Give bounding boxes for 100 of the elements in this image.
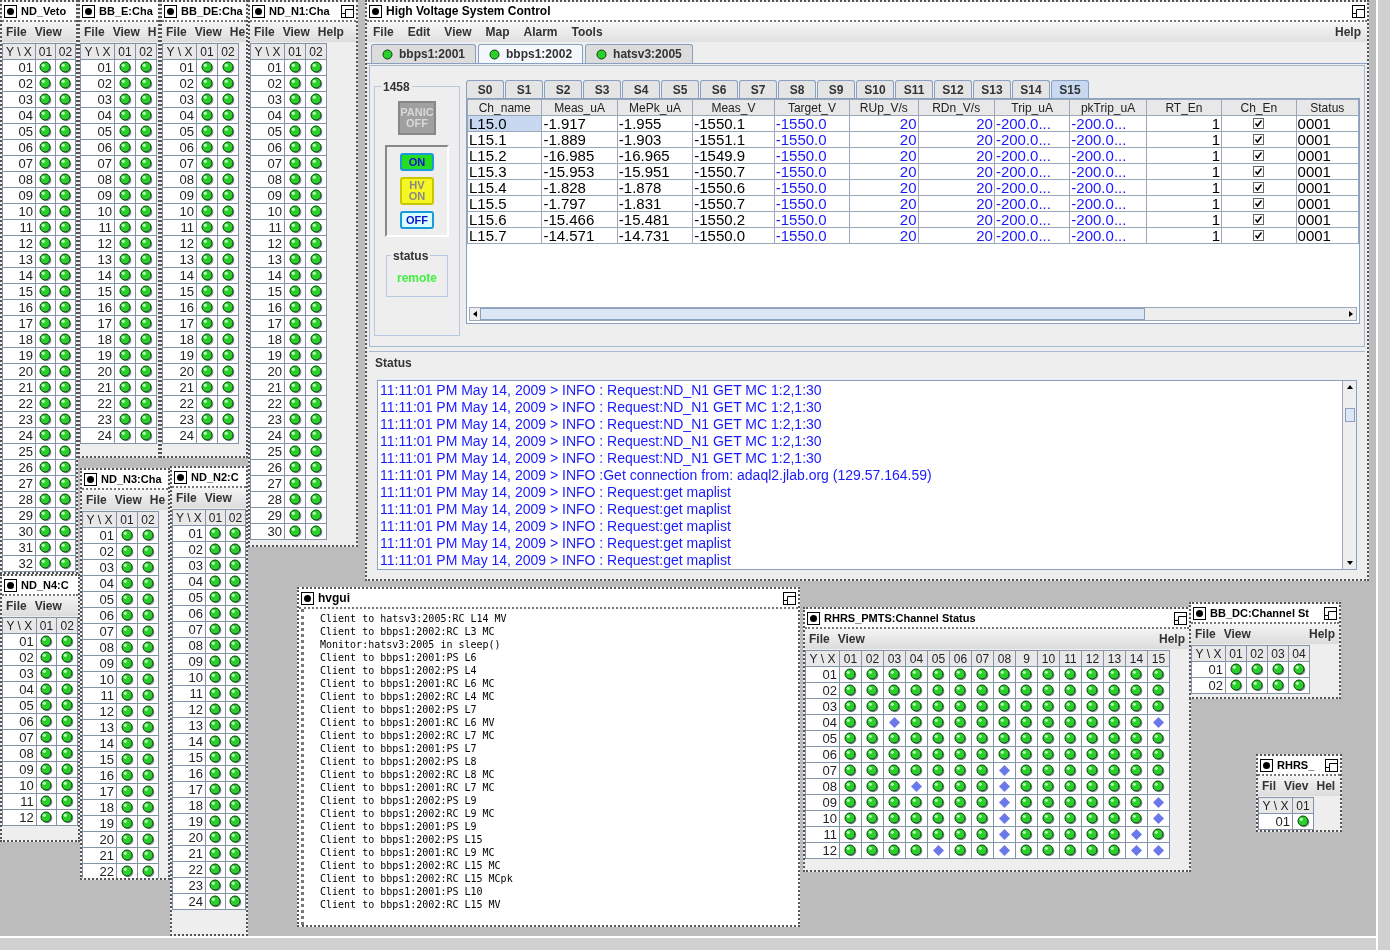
menu-item[interactable]: File bbox=[86, 491, 107, 509]
menu-item[interactable]: View bbox=[34, 23, 62, 41]
menu-item[interactable]: View bbox=[114, 491, 142, 509]
maximize-icon[interactable] bbox=[1174, 611, 1187, 625]
slot-tab[interactable]: S1 bbox=[505, 80, 543, 98]
vertical-scrollbar[interactable] bbox=[1342, 381, 1356, 569]
checkbox[interactable] bbox=[1253, 134, 1265, 145]
maximize-icon[interactable] bbox=[1352, 4, 1365, 18]
menu-item[interactable]: View bbox=[194, 23, 222, 41]
menu-item[interactable]: Help bbox=[317, 23, 344, 41]
slot-tab[interactable]: S10 bbox=[856, 80, 894, 98]
menu-item[interactable]: View bbox=[1223, 625, 1251, 643]
server-tab[interactable]: bbps1:2001 bbox=[371, 44, 477, 63]
slot-tab[interactable]: S8 bbox=[778, 80, 816, 98]
menu-item[interactable]: File bbox=[166, 23, 187, 41]
window-menu-icon[interactable] bbox=[807, 611, 820, 625]
column-header[interactable]: Trip_uA bbox=[994, 99, 1070, 116]
menu-item[interactable]: View bbox=[444, 23, 472, 41]
power-button[interactable]: OFF bbox=[400, 211, 434, 229]
menu-item[interactable]: Alarm bbox=[523, 23, 558, 41]
column-header[interactable]: Meas_uA bbox=[541, 99, 618, 116]
menu-item[interactable]: Help bbox=[1309, 625, 1335, 643]
menu-item[interactable]: File bbox=[6, 23, 27, 41]
slot-tab[interactable]: S12 bbox=[934, 80, 972, 98]
window-menu-icon[interactable] bbox=[164, 4, 177, 18]
checkbox[interactable] bbox=[1253, 166, 1265, 177]
menu-item[interactable]: He bbox=[149, 491, 166, 509]
slot-tab[interactable]: S7 bbox=[739, 80, 777, 98]
desktop-scrollbar[interactable] bbox=[1376, 0, 1390, 950]
scrollbar-thumb[interactable] bbox=[480, 308, 1145, 320]
window-menu-icon[interactable] bbox=[4, 4, 17, 18]
power-button[interactable]: ON bbox=[400, 153, 434, 171]
window-menu-icon[interactable] bbox=[84, 472, 97, 486]
checkbox[interactable] bbox=[1253, 214, 1265, 225]
column-header[interactable]: Ch_En bbox=[1221, 99, 1297, 116]
menu-item[interactable]: View bbox=[837, 630, 865, 648]
maximize-icon[interactable] bbox=[1325, 758, 1338, 772]
menu-item[interactable]: View bbox=[204, 489, 232, 507]
scroll-down-icon[interactable] bbox=[1345, 559, 1354, 567]
window-menu-icon[interactable] bbox=[174, 470, 187, 484]
scrollbar-thumb[interactable] bbox=[1344, 408, 1355, 422]
column-header[interactable]: Meas_V bbox=[692, 99, 775, 116]
menu-item[interactable]: H bbox=[147, 23, 157, 41]
menu-item[interactable]: File bbox=[809, 630, 830, 648]
slot-tab[interactable]: S4 bbox=[622, 80, 660, 98]
slot-tab[interactable]: S5 bbox=[661, 80, 699, 98]
slot-tab[interactable]: S11 bbox=[895, 80, 933, 98]
menu-item[interactable]: View bbox=[282, 23, 310, 41]
menu-item[interactable]: Viev bbox=[1284, 777, 1309, 795]
menu-item[interactable]: File bbox=[6, 597, 27, 615]
desktop-scrollbar[interactable] bbox=[0, 936, 1376, 950]
column-header[interactable]: RT_En bbox=[1146, 99, 1222, 116]
scroll-up-icon[interactable] bbox=[1345, 383, 1354, 391]
window-menu-icon[interactable] bbox=[1193, 606, 1206, 620]
slot-tab[interactable]: S3 bbox=[583, 80, 621, 98]
window-menu-icon[interactable] bbox=[4, 578, 17, 592]
slot-tab[interactable]: S15 bbox=[1051, 80, 1089, 98]
menu-item[interactable]: File bbox=[1195, 625, 1216, 643]
checkbox[interactable] bbox=[1253, 150, 1265, 161]
menu-item[interactable]: Help bbox=[1159, 630, 1185, 648]
server-tab[interactable]: hatsv3:2005 bbox=[585, 44, 693, 63]
menu-item[interactable]: File bbox=[84, 23, 105, 41]
menu-item[interactable]: Tools bbox=[571, 23, 603, 41]
menu-item[interactable]: File bbox=[176, 489, 197, 507]
server-tab[interactable]: bbps1:2002 bbox=[478, 44, 584, 63]
horizontal-scrollbar[interactable] bbox=[469, 307, 1357, 321]
menu-item[interactable]: Help bbox=[1335, 23, 1361, 41]
column-header[interactable]: RUp_V/s bbox=[849, 99, 918, 116]
maximize-icon[interactable] bbox=[1324, 606, 1337, 620]
slot-tab[interactable]: S0 bbox=[466, 80, 504, 98]
menu-item[interactable]: File bbox=[373, 23, 394, 41]
checkbox[interactable] bbox=[1253, 182, 1265, 193]
menu-item[interactable]: Fil bbox=[1262, 777, 1276, 795]
column-header[interactable]: pkTrip_uA bbox=[1069, 99, 1147, 116]
column-header[interactable]: Ch_name bbox=[467, 99, 542, 116]
column-header[interactable]: MePk_uA bbox=[617, 99, 693, 116]
menu-item[interactable]: He bbox=[229, 23, 246, 41]
checkbox[interactable] bbox=[1253, 230, 1265, 241]
menu-item[interactable]: Map bbox=[485, 23, 510, 41]
window-menu-icon[interactable] bbox=[252, 4, 265, 18]
maximize-icon[interactable] bbox=[341, 4, 354, 18]
checkbox[interactable] bbox=[1253, 198, 1265, 209]
slot-tab[interactable]: S6 bbox=[700, 80, 738, 98]
menu-item[interactable]: Hel bbox=[1316, 777, 1336, 795]
scroll-left-icon[interactable] bbox=[471, 310, 479, 318]
checkbox[interactable] bbox=[1253, 118, 1265, 129]
menu-item[interactable]: View bbox=[34, 597, 62, 615]
window-menu-icon[interactable] bbox=[82, 4, 95, 18]
slot-tab[interactable]: S14 bbox=[1012, 80, 1050, 98]
column-header[interactable]: Target_V bbox=[774, 99, 850, 116]
window-menu-icon[interactable] bbox=[369, 4, 382, 18]
menu-item[interactable]: Edit bbox=[407, 23, 431, 41]
maximize-icon[interactable] bbox=[783, 591, 796, 605]
window-menu-icon[interactable] bbox=[1260, 758, 1273, 772]
column-header[interactable]: Status bbox=[1296, 99, 1359, 116]
window-menu-icon[interactable] bbox=[301, 591, 314, 605]
menu-item[interactable]: File bbox=[254, 23, 275, 41]
slot-tab[interactable]: S13 bbox=[973, 80, 1011, 98]
slot-tab[interactable]: S9 bbox=[817, 80, 855, 98]
menu-item[interactable]: View bbox=[112, 23, 140, 41]
